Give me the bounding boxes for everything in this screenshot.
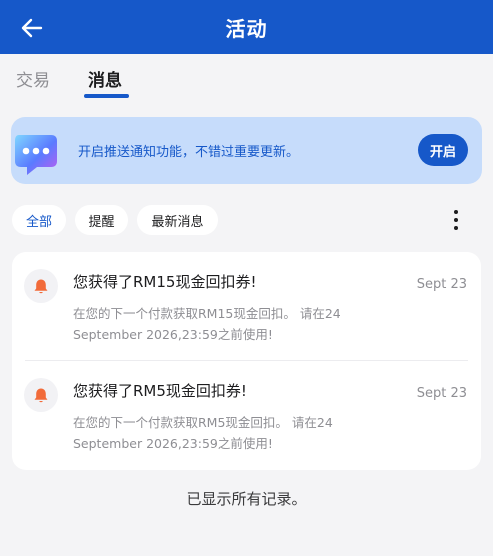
- list-item[interactable]: 您获得了RM5现金回扣券! Sept 23 在您的下一个付款获取RM5现金回扣。…: [12, 361, 481, 469]
- message-body-line: September 2026,23:59之前使用!: [73, 436, 273, 451]
- enable-notifications-button[interactable]: 开启: [418, 134, 468, 166]
- tab-bar: 交易 消息: [0, 54, 493, 102]
- more-vertical-icon: [454, 210, 458, 214]
- more-options-button[interactable]: [444, 205, 468, 235]
- filter-chip-reminders[interactable]: 提醒: [75, 205, 128, 235]
- filter-chip-latest-news[interactable]: 最新消息: [137, 205, 218, 235]
- chat-bubble-icon: [15, 135, 57, 175]
- more-dot: [454, 226, 458, 230]
- activity-screen: 活动 交易 消息 开启推送通知功能，不错过重要更新。 开启 全部 提醒 最新消息: [0, 0, 493, 556]
- message-date: Sept 23: [416, 386, 467, 401]
- more-dot: [454, 218, 458, 222]
- filter-chip-all[interactable]: 全部: [12, 205, 66, 235]
- message-body: 在您的下一个付款获取RM15现金回扣。 请在24 September 2026,…: [73, 303, 403, 345]
- push-notification-banner: 开启推送通知功能，不错过重要更新。 开启: [11, 117, 482, 184]
- message-date: Sept 23: [416, 277, 467, 292]
- message-body-line: 在您的下一个付款获取RM5现金回扣。 请在24: [73, 415, 333, 430]
- banner-message: 开启推送通知功能，不错过重要更新。: [78, 145, 300, 160]
- message-body-line: 在您的下一个付款获取RM15现金回扣。 请在24: [73, 306, 341, 321]
- message-title: 您获得了RM5现金回扣券!: [73, 382, 247, 400]
- message-body-line: September 2026,23:59之前使用!: [73, 327, 273, 342]
- list-item[interactable]: 您获得了RM15现金回扣券! Sept 23 在您的下一个付款获取RM15现金回…: [12, 252, 481, 360]
- arrow-left-icon: [21, 18, 43, 38]
- tab-transactions[interactable]: 交易: [16, 66, 50, 91]
- top-app-bar: 活动: [0, 0, 493, 54]
- message-title: 您获得了RM15现金回扣券!: [73, 273, 257, 291]
- page-title: 活动: [225, 16, 268, 41]
- message-list: 您获得了RM15现金回扣券! Sept 23 在您的下一个付款获取RM15现金回…: [12, 252, 481, 470]
- end-of-list-note: 已显示所有记录。: [186, 490, 307, 508]
- message-body: 在您的下一个付款获取RM5现金回扣。 请在24 September 2026,2…: [73, 412, 403, 454]
- back-button[interactable]: [14, 10, 50, 46]
- bell-icon: [24, 378, 58, 412]
- tab-messages[interactable]: 消息: [88, 66, 122, 91]
- bell-icon: [24, 269, 58, 303]
- active-tab-indicator: [84, 94, 129, 98]
